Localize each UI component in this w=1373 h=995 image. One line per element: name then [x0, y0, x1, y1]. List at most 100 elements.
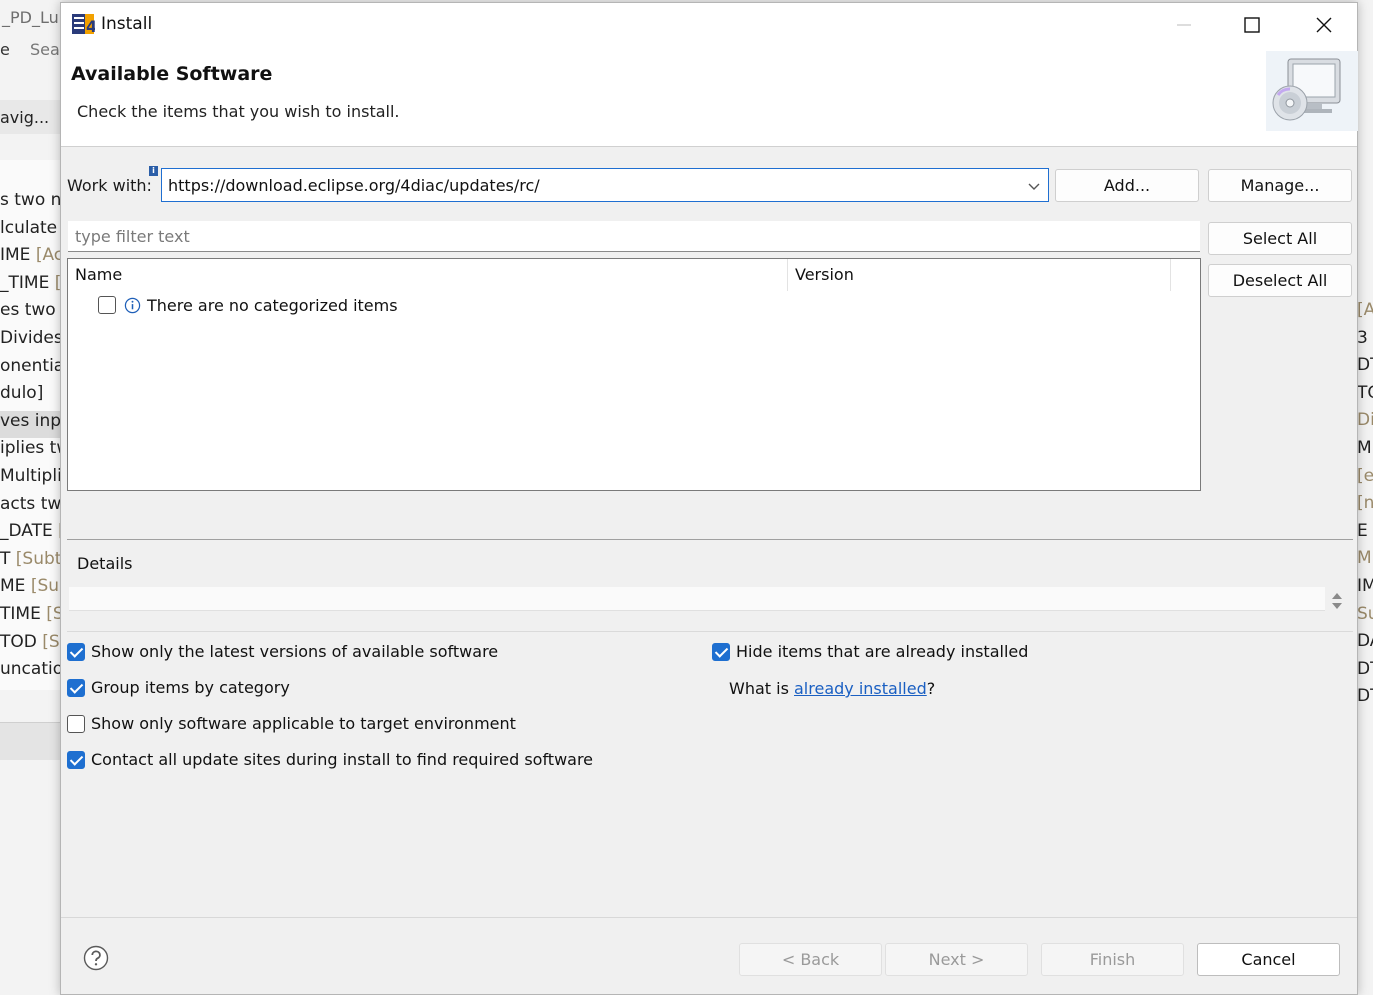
- bg-row-text: s two nu: [0, 190, 62, 210]
- column-header-version[interactable]: Version: [788, 259, 1171, 291]
- scroll-spinner-icon[interactable]: [1329, 589, 1345, 613]
- tree-row-label: There are no categorized items: [147, 295, 398, 315]
- filter-input[interactable]: [68, 221, 1200, 252]
- checkbox-box[interactable]: [67, 714, 85, 733]
- bg-row-text: acts two: [0, 493, 62, 514]
- bg-list-row: Su: [1357, 604, 1373, 624]
- bg-list-row: E [: [1357, 521, 1373, 541]
- bg-row-text: ves inpu: [0, 410, 62, 431]
- bg-row-text: IM: [1357, 576, 1373, 596]
- contact-update-sites-checkbox[interactable]: Contact all update sites during install …: [67, 750, 593, 769]
- bg-row-detail: [e: [1357, 465, 1373, 486]
- bg-list-row: uncation: [0, 659, 62, 686]
- bg-row-text: IME: [0, 245, 36, 266]
- target-environment-checkbox[interactable]: Show only software applicable to target …: [67, 714, 516, 733]
- what-is-suffix: ?: [926, 679, 936, 698]
- bg-row-detail: Div: [1357, 410, 1373, 431]
- bg-row-text: DT: [1357, 686, 1373, 707]
- bg-row-text: TIME: [0, 604, 47, 624]
- bg-row-text: iplies tw: [0, 438, 62, 459]
- back-button[interactable]: < Back: [739, 943, 882, 976]
- checkbox-box[interactable]: [67, 642, 85, 661]
- hide-installed-checkbox[interactable]: Hide items that are already installed: [712, 642, 1028, 661]
- already-installed-link[interactable]: already installed: [794, 679, 927, 698]
- minimize-button[interactable]: [1151, 3, 1217, 47]
- bg-list-row: Multipli: [0, 466, 62, 493]
- bg-row-text: _TIME: [0, 272, 55, 293]
- details-label: Details: [77, 554, 133, 573]
- deselect-all-button[interactable]: Deselect All: [1208, 264, 1352, 297]
- bg-row-text: TO: [1357, 382, 1373, 403]
- bg-list-row: ME [Sub: [0, 576, 62, 603]
- software-tree[interactable]: Name Version There are no categorized it…: [67, 258, 1201, 491]
- bg-list-row: IM: [1357, 576, 1373, 596]
- bg-row-detail: [Sub: [30, 576, 62, 597]
- next-button[interactable]: Next >: [885, 943, 1028, 976]
- cancel-button[interactable]: Cancel: [1197, 943, 1340, 976]
- select-all-button[interactable]: Select All: [1208, 222, 1352, 255]
- page-description: Check the items that you wish to install…: [77, 102, 400, 121]
- column-header-name[interactable]: Name: [68, 259, 788, 291]
- close-button[interactable]: [1291, 3, 1357, 47]
- checkbox-box[interactable]: [67, 678, 85, 697]
- work-with-label: Work with:: [67, 176, 152, 195]
- manage-button[interactable]: Manage...: [1208, 169, 1352, 202]
- close-icon: [1316, 17, 1332, 33]
- svg-text:4: 4: [86, 17, 95, 36]
- bg-list-row: TIME [S: [0, 604, 62, 631]
- bg-row-text: uncation: [0, 659, 62, 680]
- checkbox-box[interactable]: [712, 642, 730, 661]
- details-text: [69, 587, 1325, 611]
- tree-row[interactable]: There are no categorized items: [98, 294, 398, 316]
- title-bar: 4 Install: [61, 3, 1357, 47]
- show-latest-checkbox[interactable]: Show only the latest versions of availab…: [67, 642, 498, 661]
- bg-list-row: M: [1357, 548, 1372, 568]
- info-icon: [124, 297, 141, 313]
- bg-row-text: es two v: [0, 300, 62, 321]
- bg-list-row: es two v: [0, 300, 62, 327]
- bg-row-text: dulo]: [0, 383, 44, 404]
- bg-list-row: _TIME [A: [0, 273, 62, 300]
- bg-row-text: DT: [1357, 355, 1373, 376]
- help-icon[interactable]: [83, 945, 109, 971]
- maximize-button[interactable]: [1219, 3, 1285, 47]
- work-with-combo[interactable]: [161, 168, 1049, 202]
- bg-list-row: DA: [1357, 631, 1373, 651]
- bg-menu-item: Sea: [30, 40, 60, 59]
- checkbox-label: Show only software applicable to target …: [91, 714, 516, 733]
- checkbox-label: Hide items that are already installed: [736, 642, 1029, 661]
- bg-list-row: DT: [1357, 355, 1373, 375]
- group-by-category-checkbox[interactable]: Group items by category: [67, 678, 290, 697]
- bg-row-text: T: [0, 548, 16, 569]
- bg-menu-item: e: [0, 40, 10, 59]
- bg-row-text: _DATE: [0, 521, 59, 542]
- bg-list-row: T [Subtr: [0, 549, 62, 576]
- bg-navigator-tab: avig...: [0, 108, 50, 127]
- checkbox-box[interactable]: [67, 750, 85, 769]
- work-with-input[interactable]: [168, 173, 1008, 197]
- bg-list-row: DT: [1357, 659, 1373, 679]
- finish-button[interactable]: Finish: [1041, 943, 1184, 976]
- chevron-down-icon[interactable]: [1026, 178, 1042, 194]
- bg-list-row: TOD [Su: [0, 632, 62, 659]
- checkbox-label: Contact all update sites during install …: [91, 750, 594, 769]
- computer-cd-icon: [1266, 51, 1358, 131]
- bg-list-row: ves inpu: [0, 410, 62, 438]
- checkbox-label: Group items by category: [91, 678, 290, 697]
- page-title: Available Software: [71, 63, 273, 85]
- bg-list-row: _DATE [: [0, 521, 62, 548]
- install-dialog: 4 Install Available Software Check the i…: [60, 2, 1358, 995]
- bg-row-text: TOD: [0, 631, 43, 652]
- bg-list-row: Divides: [0, 328, 62, 355]
- bg-list-row: acts two: [0, 494, 62, 521]
- bg-row-text: DT: [1357, 658, 1373, 679]
- bg-list-row: [n: [1357, 493, 1373, 513]
- add-button[interactable]: Add...: [1055, 169, 1199, 202]
- footer-divider: [61, 917, 1357, 918]
- bg-list-row: [A: [1357, 300, 1373, 320]
- maximize-icon: [1244, 17, 1260, 33]
- bg-list-row: dulo]: [0, 383, 62, 410]
- bg-row-detail: M: [1357, 548, 1372, 569]
- tree-row-checkbox[interactable]: [98, 296, 116, 314]
- bg-list-row: s two nu: [0, 190, 62, 217]
